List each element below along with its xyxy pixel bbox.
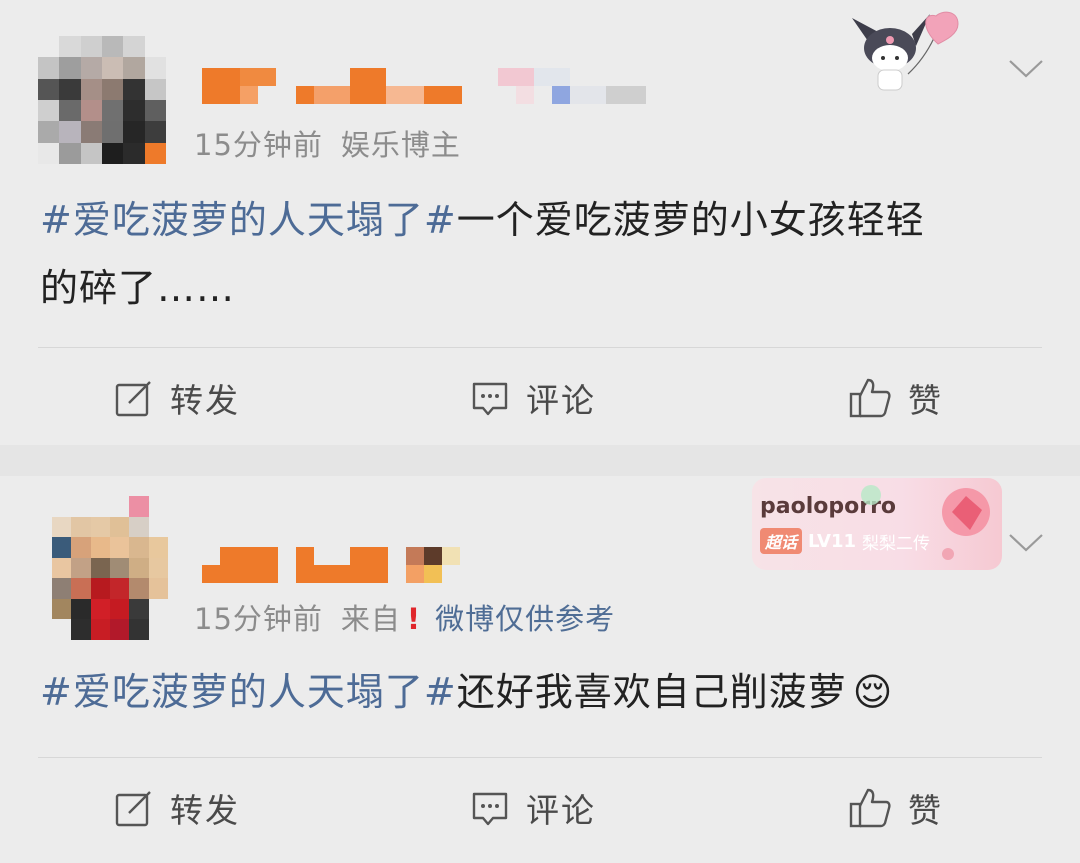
badge-level: 超话 LV11 梨梨二传 xyxy=(760,528,930,554)
relieved-face-emoji: 😌 xyxy=(852,670,894,714)
post-time: 15分钟前 xyxy=(194,602,323,636)
comment-icon xyxy=(472,792,508,826)
comment-label: 评论 xyxy=(526,791,596,830)
badge-sparkle-icon xyxy=(861,485,881,505)
divider xyxy=(38,347,1042,348)
source-prefix: 来自 xyxy=(340,602,401,636)
post-time: 15分钟前 xyxy=(194,128,323,162)
badge-decoration-icon xyxy=(942,488,990,560)
like-label: 赞 xyxy=(908,381,943,420)
divider xyxy=(38,757,1042,758)
source-link[interactable]: 微博仅供参考 xyxy=(435,602,615,636)
badge-role: 梨梨二传 xyxy=(862,533,930,554)
badge-chaohua: 超话 xyxy=(760,528,803,554)
post-body: 还好我喜欢自己削菠萝 xyxy=(456,670,847,714)
repost-button[interactable]: 转发 xyxy=(114,784,240,832)
avatar[interactable] xyxy=(52,496,168,640)
warning-icon: ! xyxy=(406,602,422,636)
like-button[interactable]: 赞 xyxy=(848,374,943,422)
comment-icon xyxy=(472,382,508,416)
post-text: #爱吃菠萝的人天塌了#还好我喜欢自己削菠萝 😌 xyxy=(40,658,893,726)
like-label: 赞 xyxy=(908,791,943,830)
repost-label: 转发 xyxy=(170,381,240,420)
repost-button[interactable]: 转发 xyxy=(114,374,240,422)
super-topic-badge[interactable]: paoloporro 超话 LV11 梨梨二传 xyxy=(752,478,1002,570)
post-body-line1: 一个爱吃菠萝的小女孩轻轻 xyxy=(456,198,925,242)
author-tag: 娱乐博主 xyxy=(340,128,461,162)
chevron-down-icon[interactable] xyxy=(1008,532,1044,554)
thumbs-up-icon xyxy=(849,788,891,828)
edit-icon xyxy=(115,381,151,417)
comment-label: 评论 xyxy=(526,381,596,420)
comment-button[interactable]: 评论 xyxy=(470,784,596,832)
hashtag-link[interactable]: #爱吃菠萝的人天塌了# xyxy=(40,670,457,714)
edit-icon xyxy=(115,791,151,827)
post-body-line2: 的碎了…… xyxy=(40,266,236,310)
post-meta: 15分钟前 娱乐博主 xyxy=(194,122,461,164)
repost-label: 转发 xyxy=(170,791,240,830)
avatar[interactable] xyxy=(38,36,166,164)
hashtag-link[interactable]: #爱吃菠萝的人天塌了# xyxy=(40,198,457,242)
kuromi-balloon-sticker xyxy=(852,11,959,91)
post-text: #爱吃菠萝的人天塌了#一个爱吃菠萝的小女孩轻轻 的碎了…… xyxy=(40,186,925,322)
badge-lv: LV11 xyxy=(808,530,856,552)
comment-button[interactable]: 评论 xyxy=(470,374,596,422)
post-meta: 15分钟前 来自! 微博仅供参考 xyxy=(194,596,615,638)
like-button[interactable]: 赞 xyxy=(848,784,943,832)
thumbs-up-icon xyxy=(849,378,891,418)
chevron-down-icon[interactable] xyxy=(1008,58,1044,80)
